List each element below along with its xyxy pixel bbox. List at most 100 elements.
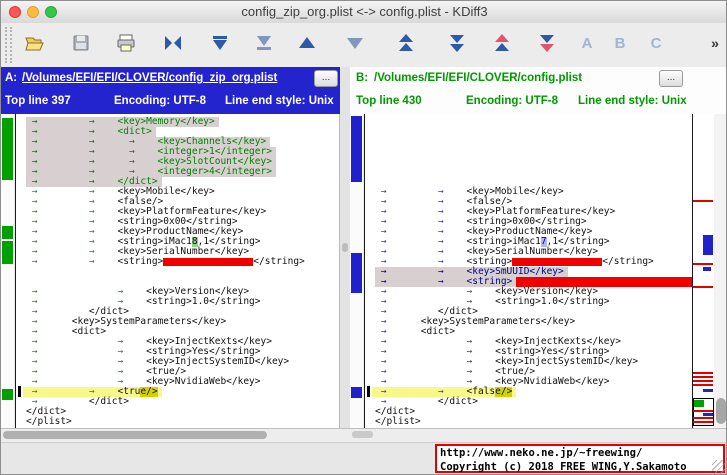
current-position-marker	[18, 386, 21, 397]
resize-grip-icon[interactable]	[712, 460, 726, 474]
status-bar: http://www.neko.ne.jp/~freewing/ Copyrig…	[1, 442, 726, 474]
pane-a-status-row: Top line 397 Encoding: UTF-8 Line end st…	[1, 91, 342, 114]
save-button[interactable]	[69, 31, 93, 55]
pane-b-label: B:	[356, 72, 369, 84]
redacted-value	[512, 258, 603, 266]
pane-b-encoding: Encoding: UTF-8	[466, 95, 558, 107]
window-title: config_zip_org.plist <-> config.plist - …	[241, 4, 488, 19]
pane-a-hscrollbar-thumb[interactable]	[3, 431, 267, 439]
goto-first-delta-icon	[213, 36, 227, 50]
overview-diff-mark	[693, 410, 713, 412]
select-a-label: A	[581, 34, 593, 52]
toolbar: A B C »	[1, 23, 726, 68]
overview-diff-mark	[693, 200, 713, 202]
credit-url: http://www.neko.ne.jp/~freewing/	[440, 447, 643, 459]
overview-diff-mark	[693, 376, 713, 378]
select-c-button[interactable]: C	[644, 31, 668, 55]
overview-diff-mark	[693, 380, 713, 382]
title-bar: config_zip_org.plist <-> config.plist - …	[1, 1, 726, 24]
vertical-scrollbar-thumb[interactable]	[716, 398, 726, 424]
diff-summary-bar	[2, 389, 13, 400]
select-b-button[interactable]: B	[608, 31, 632, 55]
pane-a-text-area[interactable]: → → <key>Memory</key> → → <dict> → → → <…	[16, 114, 340, 431]
current-position-marker	[367, 386, 370, 397]
pane-b-status-row: Top line 430 Encoding: UTF-8 Line end st…	[350, 91, 726, 114]
goto-last-delta-icon	[257, 36, 271, 50]
pane-b-title-row: B: /Volumes/EFI/EFI/CLOVER/config.plist …	[350, 67, 726, 91]
credit-overlay: http://www.neko.ne.jp/~freewing/ Copyrig…	[435, 444, 725, 473]
overview-diff-mark	[693, 263, 713, 265]
credit-copyright: Copyright (c) 2018 FREE WING,Y.Sakamoto	[440, 461, 687, 473]
pane-a-diff-summary-column[interactable]	[1, 114, 14, 428]
open-button[interactable]	[23, 31, 47, 55]
select-c-label: C	[650, 34, 662, 52]
next-conflict-button[interactable]	[445, 31, 469, 55]
pane-b-diff-summary-column[interactable]	[350, 114, 363, 428]
next-unsolved-conflict-button[interactable]	[535, 31, 559, 55]
overview-diff-mark	[703, 389, 713, 392]
vertical-scrollbar-track[interactable]	[714, 114, 726, 428]
diff-overview-column[interactable]	[693, 114, 714, 428]
overview-diff-mark	[693, 286, 713, 288]
pane-b-path[interactable]: /Volumes/EFI/EFI/CLOVER/config.plist	[374, 72, 582, 84]
open-icon	[25, 37, 44, 51]
diff-summary-bar	[2, 226, 13, 239]
toolbar-overflow-label: »	[711, 35, 719, 51]
select-a-button[interactable]: A	[575, 31, 599, 55]
pane-a-encoding: Encoding: UTF-8	[114, 95, 206, 107]
prev-delta-button[interactable]	[295, 31, 319, 55]
diff-summary-bar	[2, 118, 13, 180]
prev-conflict-button[interactable]	[394, 31, 418, 55]
pane-b-header: B: /Volumes/EFI/EFI/CLOVER/config.plist …	[350, 67, 726, 114]
toolbar-handle[interactable]	[10, 27, 12, 63]
pane-a-path[interactable]: /Volumes/EFI/EFI/CLOVER/config_zip_org.p…	[22, 72, 277, 84]
pane-a-top-line: Top line 397	[5, 95, 71, 107]
overview-diff-mark	[693, 421, 713, 423]
print-icon	[117, 34, 135, 52]
pane-a-browse-button[interactable]: ...	[314, 70, 338, 87]
code-line: → → <string> </string>	[26, 256, 305, 267]
overview-diff-mark	[703, 267, 711, 271]
overview-diff-mark	[693, 372, 713, 374]
next-conflict-icon	[450, 35, 464, 52]
diff-summary-bar	[2, 241, 13, 264]
toolbar-overflow-button[interactable]: »	[703, 31, 726, 55]
overview-diff-mark	[693, 384, 713, 386]
diff-summary-bar	[351, 116, 362, 182]
print-button[interactable]	[114, 31, 138, 55]
pane-b-hscrollbar-thumb[interactable]	[352, 431, 373, 438]
code-line: </plist>	[26, 416, 72, 427]
redacted-value	[163, 258, 254, 266]
prev-conflict-icon	[399, 34, 413, 51]
pane-a-line-end: Line end style: Unix	[225, 95, 334, 107]
prev-unsolved-conflict-button[interactable]	[490, 31, 514, 55]
pane-b-browse-button[interactable]: ...	[659, 70, 683, 87]
kdiff3-window: config_zip_org.plist <-> config.plist - …	[0, 0, 727, 475]
select-b-label: B	[614, 34, 626, 52]
diff-summary-bar	[351, 253, 362, 293]
next-delta-button[interactable]	[343, 31, 367, 55]
pane-a-title-row: A: /Volumes/EFI/EFI/CLOVER/config_zip_or…	[1, 67, 342, 91]
pane-a-label: A:	[5, 72, 18, 84]
diff-summary-bar	[351, 387, 362, 398]
overview-diff-mark	[703, 413, 713, 416]
goto-last-delta-button[interactable]	[252, 31, 276, 55]
goto-first-delta-button[interactable]	[208, 31, 232, 55]
goto-current-delta-button[interactable]	[161, 31, 185, 55]
overview-diff-mark	[703, 235, 713, 255]
next-unsolved-conflict-icon	[540, 35, 554, 52]
pane-b-top-line: Top line 430	[356, 95, 422, 107]
splitter-grip-icon	[342, 243, 348, 252]
pane-a-header: A: /Volumes/EFI/EFI/CLOVER/config_zip_or…	[1, 67, 342, 114]
overview-diff-mark	[693, 417, 713, 419]
code-line: </plist>	[375, 416, 421, 427]
pane-splitter[interactable]	[340, 67, 350, 428]
pane-b-text-area[interactable]: → → <key>Mobile</key> → → <false/> → → <…	[365, 114, 692, 431]
toolbar-handle[interactable]	[5, 27, 7, 63]
pane-b-line-end: Line end style: Unix	[578, 95, 687, 107]
